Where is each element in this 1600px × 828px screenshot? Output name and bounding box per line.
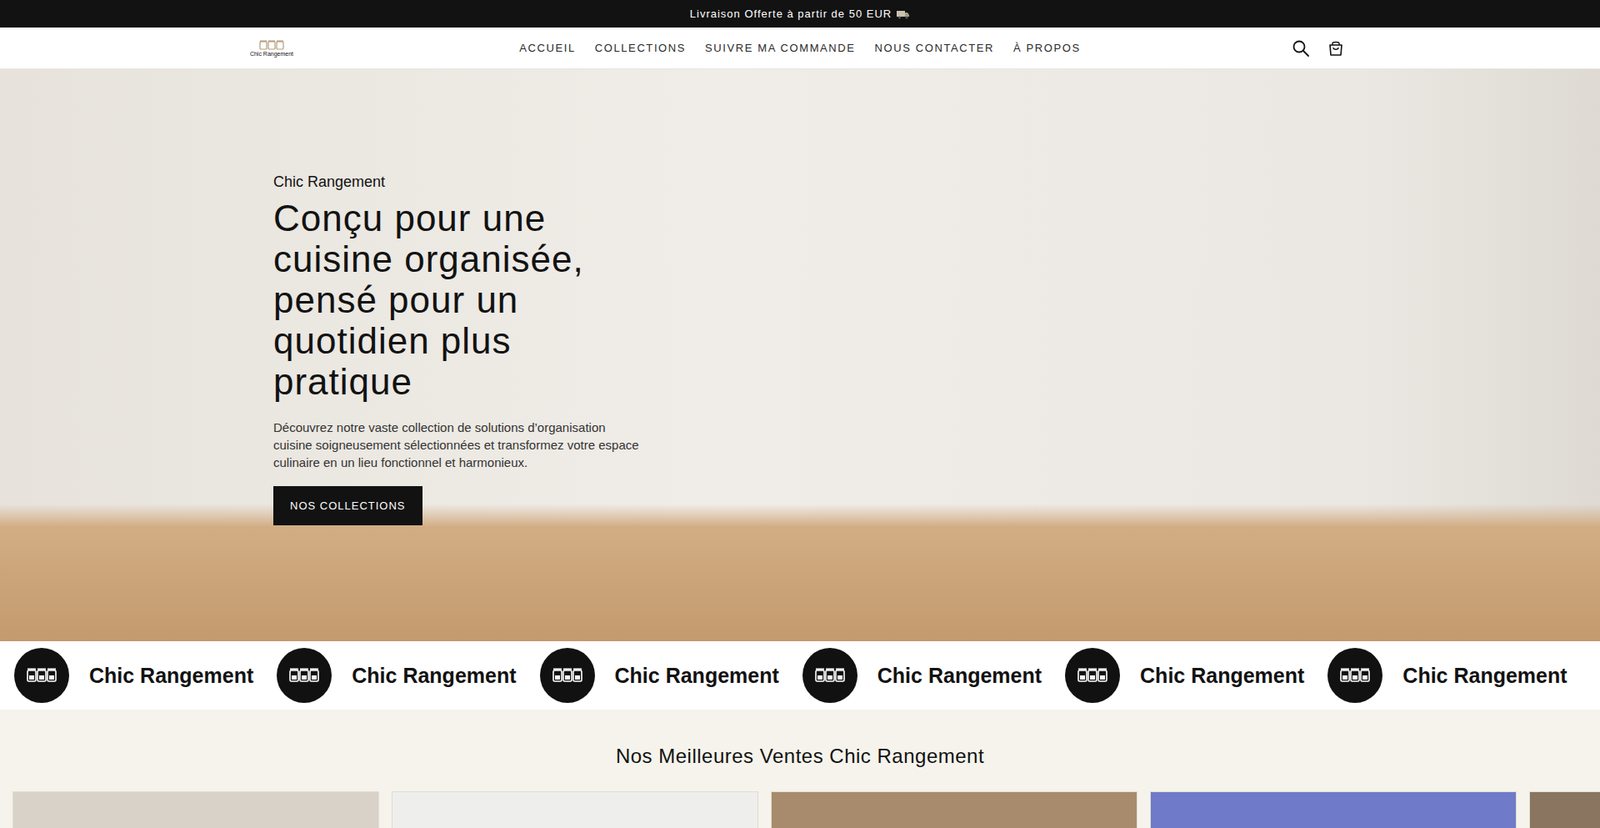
marquee-item: Chic Rangement bbox=[276, 647, 516, 703]
marquee-item: Chic Rangement bbox=[802, 647, 1042, 703]
jars-icon bbox=[1077, 667, 1108, 683]
marquee-item: Chic Rangement bbox=[1327, 647, 1567, 703]
marquee-text: Chic Rangement bbox=[877, 663, 1042, 688]
truck-icon bbox=[896, 9, 910, 20]
header-icons bbox=[1080, 39, 1352, 58]
marquee-text: Chic Rangement bbox=[89, 663, 254, 688]
marquee-text: Chic Rangement bbox=[1402, 663, 1567, 688]
brand-logo-icon bbox=[802, 647, 858, 703]
announcement-bar: Livraison Offerte à partir de 50 EUR bbox=[0, 0, 1600, 28]
site-header: Chic Rangement ACCUEIL COLLECTIONS SUIVRE M… bbox=[0, 27, 1600, 70]
marquee-text: Chic Rangement bbox=[1140, 663, 1305, 688]
brand-logo-icon bbox=[1065, 647, 1120, 703]
brand-logo-icon bbox=[1327, 647, 1383, 703]
nav-link[interactable]: COLLECTIONS bbox=[595, 41, 686, 55]
jars-icon bbox=[259, 40, 285, 50]
announcement-text: Livraison Offerte à partir de 50 EUR bbox=[690, 7, 892, 20]
product-card[interactable] bbox=[391, 790, 759, 828]
jars-icon bbox=[289, 667, 320, 683]
logo-marquee: Chic Rangement Chic Rangement Chic Rangeme… bbox=[0, 640, 1600, 710]
main-nav: ACCUEIL COLLECTIONS SUIVRE MA COMMANDE NOUS… bbox=[519, 41, 1081, 55]
hero-text: Découvrez notre vaste collection de solu… bbox=[273, 418, 645, 471]
hero-heading: Conçu pour une cuisine organisée, pensé … bbox=[273, 197, 615, 402]
jars-icon bbox=[552, 667, 583, 683]
marquee-text: Chic Rangement bbox=[615, 663, 780, 688]
marquee-item: Chic Rangement bbox=[14, 647, 254, 703]
best-sellers: Nos Meilleures Ventes Chic Rangement bbox=[0, 709, 1600, 828]
logo-text: Chic Rangement bbox=[250, 50, 294, 57]
product-list bbox=[0, 790, 1600, 828]
product-card[interactable] bbox=[1150, 790, 1517, 828]
marquee-text: Chic Rangement bbox=[351, 663, 516, 688]
product-card[interactable] bbox=[12, 790, 380, 828]
nav-link[interactable]: À PROPOS bbox=[1013, 41, 1081, 55]
nav-link[interactable]: SUIVRE MA COMMANDE bbox=[705, 41, 855, 55]
cart-icon[interactable] bbox=[1326, 39, 1345, 58]
jars-icon bbox=[815, 667, 845, 683]
search-icon[interactable] bbox=[1291, 39, 1310, 58]
nav-link[interactable]: NOUS CONTACTER bbox=[875, 41, 995, 55]
hero-banner: Chic Rangement Conçu pour une cuisine org… bbox=[0, 69, 1600, 641]
marquee-item: Chic Rangement bbox=[1065, 647, 1305, 703]
brand-logo-icon bbox=[276, 647, 332, 703]
collections-button[interactable]: NOS COLLECTIONS bbox=[273, 485, 423, 525]
product-card[interactable] bbox=[770, 790, 1138, 828]
hero-eyebrow: Chic Rangement bbox=[273, 173, 657, 191]
section-title: Nos Meilleures Ventes Chic Rangement bbox=[0, 744, 1600, 768]
hero-content: Chic Rangement Conçu pour une cuisine org… bbox=[0, 69, 657, 525]
store-page: Livraison Offerte à partir de 50 EUR Chic… bbox=[0, 0, 1600, 828]
product-card[interactable] bbox=[1529, 790, 1600, 828]
nav-link[interactable]: ACCUEIL bbox=[519, 41, 576, 55]
jars-icon bbox=[1340, 667, 1370, 683]
marquee-item: Chic Rangement bbox=[540, 647, 780, 703]
brand-logo-icon bbox=[540, 647, 595, 703]
logo[interactable]: Chic Rangement bbox=[248, 40, 295, 57]
jars-icon bbox=[26, 667, 57, 683]
brand-logo-icon bbox=[14, 647, 70, 703]
